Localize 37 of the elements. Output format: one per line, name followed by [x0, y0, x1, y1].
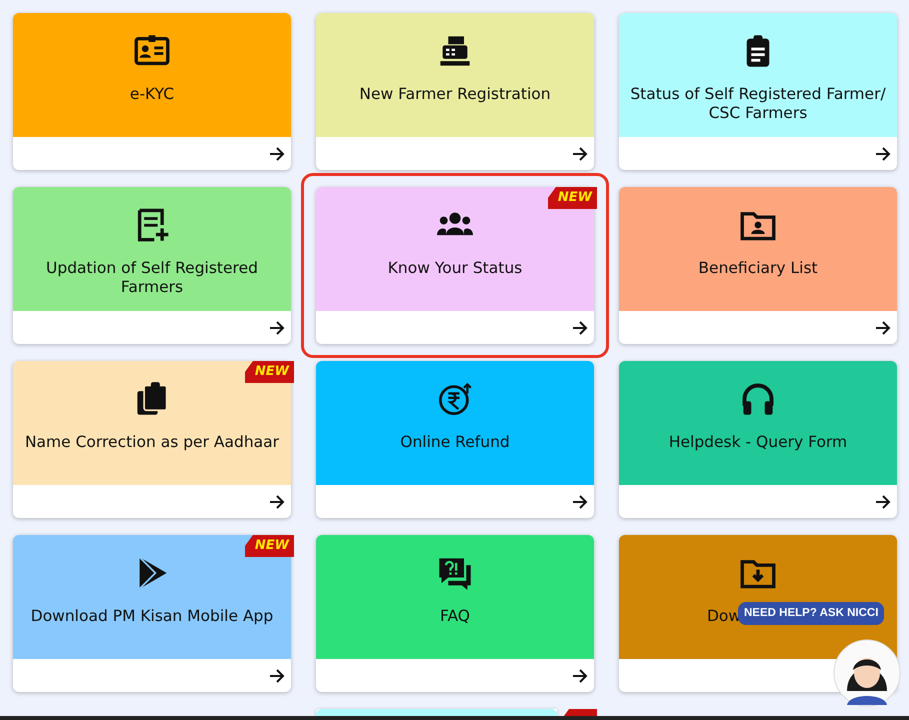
new-badge: NEW [244, 361, 294, 383]
arrow-right-icon [874, 318, 892, 336]
arrow-right-icon [268, 318, 286, 336]
new-badge: NEW [244, 535, 294, 557]
card-title: Updation of Self Registered Farmers [45, 259, 259, 298]
arrow-right-icon [874, 492, 892, 510]
arrow-right-icon [571, 318, 589, 336]
arrow-right-icon [571, 492, 589, 510]
service-card[interactable]: Updation of Self Registered Farmers [13, 187, 291, 344]
card-title: New Farmer Registration [358, 85, 552, 104]
rupee-refund-icon [437, 381, 473, 417]
card-title: Online Refund [399, 433, 511, 452]
service-card[interactable]: FAQ [316, 535, 594, 692]
assistant-avatar[interactable] [833, 637, 901, 709]
arrow-right-icon [268, 666, 286, 684]
card-title: Helpdesk - Query Form [668, 433, 848, 452]
service-card[interactable]: Online Refund [316, 361, 594, 518]
headphones-icon [740, 381, 776, 417]
service-card[interactable]: New Farmer Registration [316, 13, 594, 170]
card-title: Name Correction as per Aadhaar [24, 433, 280, 452]
card-title: Know Your Status [386, 259, 524, 278]
arrow-right-icon [571, 666, 589, 684]
service-card[interactable]: Status of Self Registered Farmer/ CSC Farmers [619, 13, 897, 170]
card-title: FAQ [438, 607, 472, 626]
card-title: e-KYC [128, 85, 176, 104]
arrow-right-icon [268, 144, 286, 162]
service-card[interactable]: Beneficiary List [619, 187, 897, 344]
arrow-right-icon [874, 144, 892, 162]
arrow-right-icon [268, 492, 286, 510]
card-title: Status of Self Registered Farmer/ CSC Farmers [629, 85, 887, 124]
card-title: Download PM Kisan Mobile App [30, 607, 274, 626]
arrow-right-icon [571, 144, 589, 162]
new-badge: NEW [548, 187, 597, 209]
card-title: Beneficiary List [697, 259, 819, 278]
service-card[interactable]: e-KYC [13, 13, 291, 170]
service-card[interactable]: Helpdesk - Query Form [619, 361, 897, 518]
help-bubble[interactable]: NEED HELP? ASK NICCI [738, 602, 884, 626]
